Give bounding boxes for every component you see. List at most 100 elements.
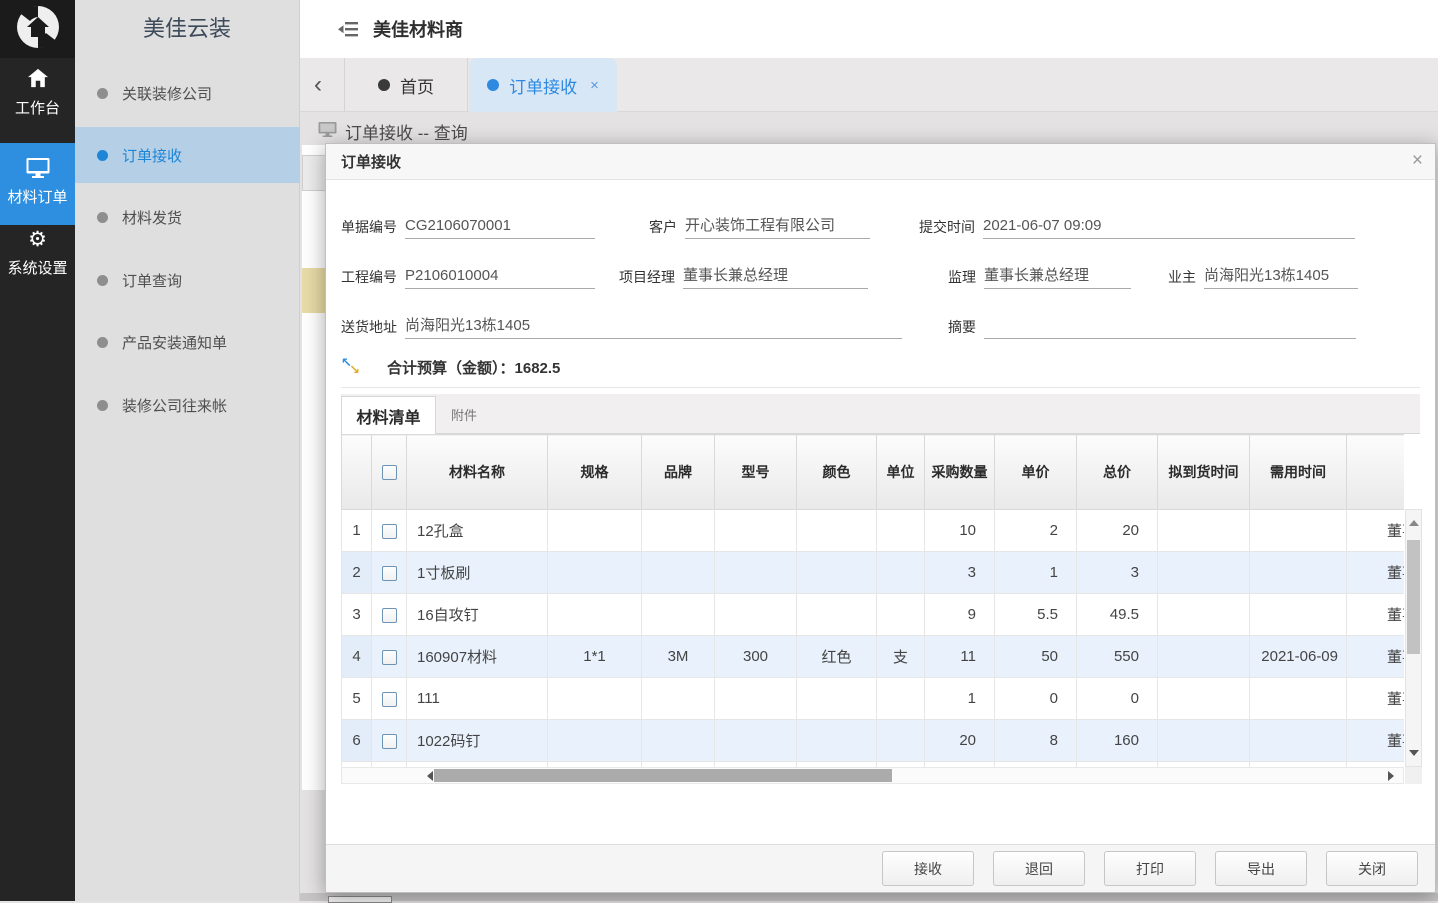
- sidebar-item-order-query[interactable]: 订单查询: [75, 252, 300, 308]
- col-header-qty: 采购数量: [925, 435, 995, 510]
- grid-body: 112孔盒10220董事21寸板刷313董事316自攻钉95.549.5董事41…: [342, 510, 1405, 768]
- monitor-icon: [318, 121, 337, 143]
- grid-cell: 49.5: [1077, 594, 1158, 636]
- grid-cell: 3: [925, 552, 995, 594]
- tab-attachments[interactable]: 附件: [435, 396, 493, 433]
- grid-cell: [797, 720, 877, 762]
- vertical-scrollbar-thumb[interactable]: [1407, 540, 1420, 654]
- sidebar-item-decoration-company-accounts[interactable]: 装修公司往来帐: [75, 377, 300, 433]
- gear-icon: ⚙: [0, 228, 75, 252]
- grid-cell: 16自攻钉: [407, 594, 548, 636]
- receive-button[interactable]: 接收: [882, 851, 974, 886]
- page-subtitle: 订单接收 -- 查询: [345, 119, 468, 144]
- grid-cell: [1158, 552, 1250, 594]
- supervisor-input[interactable]: 董事长兼总经理: [984, 264, 1131, 289]
- grid-cell: 董事: [1347, 594, 1405, 636]
- icon-rail: 工作台 材料订单 ⚙ 系统设置: [0, 0, 75, 901]
- grid-cell: 红色: [797, 636, 877, 678]
- tab-home[interactable]: 首页: [344, 58, 468, 112]
- tab-order-receive[interactable]: 订单接收 ×: [469, 58, 617, 112]
- grid-cell: [1158, 510, 1250, 552]
- row-number: 6: [342, 720, 372, 762]
- background-bottom-strip: [300, 893, 1438, 901]
- summary-input[interactable]: [984, 314, 1356, 339]
- menu-fold-icon[interactable]: [338, 21, 359, 38]
- dialog-title: 订单接收: [341, 151, 401, 172]
- delivery-address-input[interactable]: 尚海阳光13栋1405: [405, 314, 902, 339]
- field-label: 摘要: [948, 315, 984, 339]
- grid-cell: 董事: [1347, 678, 1405, 720]
- order-form: 单据编号 CG2106070001 客户 开心装饰工程有限公司 提交时间 202…: [341, 181, 1420, 388]
- sidebar-item-product-install-notice[interactable]: 产品安装通知单: [75, 314, 300, 370]
- grid-cell: [715, 510, 797, 552]
- app-logo[interactable]: [0, 0, 75, 58]
- dialog-close-icon[interactable]: ×: [1412, 150, 1423, 172]
- grid-cell: [715, 720, 797, 762]
- horizontal-scrollbar[interactable]: [341, 767, 1404, 784]
- sidebar-item-linked-decoration-companies[interactable]: 关联装修公司: [75, 65, 300, 121]
- grid-cell: [797, 552, 877, 594]
- bullet-dot-icon: [97, 212, 108, 223]
- tab-close-icon[interactable]: ×: [590, 77, 599, 94]
- tabs-back-chevron-icon[interactable]: ‹: [314, 58, 322, 112]
- export-button[interactable]: 导出: [1215, 851, 1307, 886]
- print-button[interactable]: 打印: [1104, 851, 1196, 886]
- col-header-model: 型号: [715, 435, 797, 510]
- col-header-brand: 品牌: [642, 435, 715, 510]
- tab-material-list[interactable]: 材料清单: [341, 396, 436, 434]
- scroll-down-arrow-icon[interactable]: [1409, 750, 1419, 761]
- grid-cell: [877, 510, 925, 552]
- home-icon: [0, 68, 75, 92]
- submit-time-input[interactable]: 2021-06-07 09:09: [983, 214, 1355, 239]
- scroll-right-arrow-icon[interactable]: [1388, 771, 1399, 781]
- grid-cell: [548, 552, 642, 594]
- return-button[interactable]: 退回: [993, 851, 1085, 886]
- breadcrumb: 订单接收 -- 查询: [318, 119, 468, 144]
- grid-cell: [1158, 720, 1250, 762]
- vertical-scrollbar[interactable]: [1405, 509, 1422, 767]
- grid-cell: 1: [925, 678, 995, 720]
- field-label: 单据编号: [341, 215, 405, 239]
- col-rownum: [342, 435, 372, 510]
- scroll-left-arrow-icon[interactable]: [422, 771, 433, 781]
- sidebar-item-label: 材料发货: [122, 207, 182, 228]
- background-toolbar-fragment: [302, 155, 326, 191]
- sidebar-item-material-shipping[interactable]: 材料发货: [75, 189, 300, 245]
- row-checkbox[interactable]: [382, 692, 397, 707]
- close-button[interactable]: 关闭: [1326, 851, 1418, 886]
- row-number: 2: [342, 552, 372, 594]
- project-no-input[interactable]: P2106010004: [405, 264, 595, 289]
- rail-item-system-settings[interactable]: ⚙ 系统设置: [0, 228, 75, 278]
- field-label: 监理: [948, 265, 984, 289]
- background-selected-row-fragment: [302, 268, 326, 313]
- project-manager-input[interactable]: 董事长兼总经理: [683, 264, 868, 289]
- page-title: 美佳材料商: [373, 16, 463, 42]
- row-checkbox[interactable]: [382, 650, 397, 665]
- row-checkbox[interactable]: [382, 524, 397, 539]
- grid-cell: [642, 594, 715, 636]
- tab-label: 订单接收: [509, 73, 577, 98]
- rail-item-material-orders[interactable]: 材料订单: [0, 143, 75, 225]
- grid-cell: 董事: [1347, 552, 1405, 594]
- customer-input[interactable]: 开心装饰工程有限公司: [685, 214, 870, 239]
- owner-input[interactable]: 尚海阳光13栋1405: [1204, 264, 1358, 289]
- grid-cell: 0: [995, 678, 1077, 720]
- grid-cell: 300: [715, 636, 797, 678]
- field-supervisor: 监理 董事长兼总经理: [948, 261, 1131, 289]
- grid-cell: [1250, 678, 1347, 720]
- order-no-input[interactable]: CG2106070001: [405, 214, 595, 239]
- horizontal-scrollbar-thumb[interactable]: [434, 769, 892, 782]
- row-checkbox[interactable]: [382, 608, 397, 623]
- sidebar-item-order-receive[interactable]: 订单接收: [75, 127, 300, 183]
- col-header-spec: 规格: [548, 435, 642, 510]
- grid-cell: 12孔盒: [407, 510, 548, 552]
- grid-cell: [548, 510, 642, 552]
- sidebar-item-label: 产品安装通知单: [122, 332, 227, 353]
- field-label: 业主: [1168, 265, 1204, 289]
- rail-item-workbench[interactable]: 工作台: [0, 68, 75, 118]
- row-checkbox[interactable]: [382, 566, 397, 581]
- row-number: 5: [342, 678, 372, 720]
- row-checkbox[interactable]: [382, 734, 397, 749]
- select-all-checkbox[interactable]: [382, 465, 397, 480]
- scroll-up-arrow-icon[interactable]: [1409, 515, 1419, 526]
